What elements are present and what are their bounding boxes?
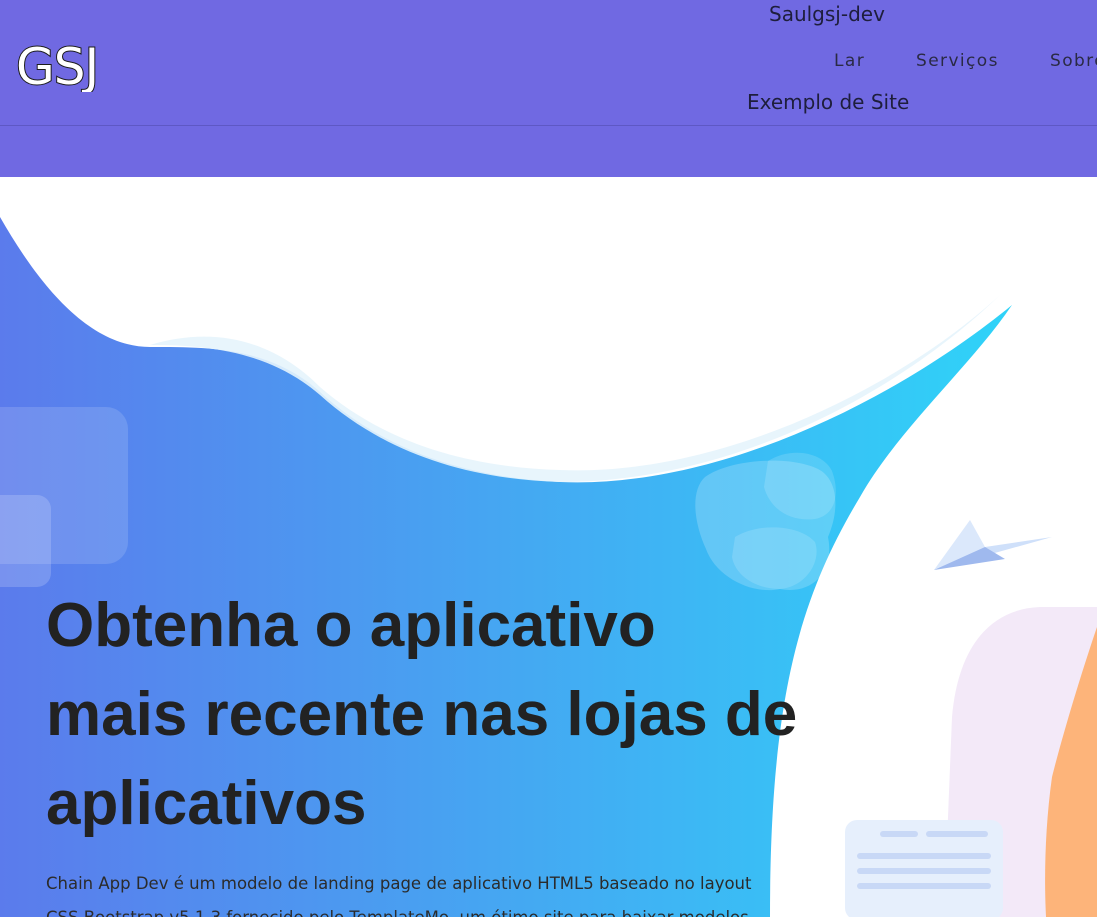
logo[interactable]: GSJ [13, 36, 121, 92]
hero-heading: Obtenha o aplicativo mais recente nas lo… [46, 591, 798, 838]
chat-card-icon [845, 820, 1003, 917]
logo-text: GSJ [16, 38, 98, 92]
nav-link-servicos[interactable]: Serviços [916, 51, 999, 71]
site-header: GSJ Saulgsj-dev Lar Serviços Sobre Exemp… [0, 0, 1097, 177]
deco-square-small [0, 495, 51, 587]
brand-title: Saulgsj-dev [769, 2, 885, 26]
nav-link-lar[interactable]: Lar [834, 51, 865, 71]
brand-subtitle: Exemplo de Site [747, 90, 910, 114]
header-divider [0, 125, 1097, 126]
paper-plane-icon [934, 520, 1052, 570]
page: GSJ Saulgsj-dev Lar Serviços Sobre Exemp… [0, 0, 1097, 917]
hero-description: Chain App Dev é um modelo de landing pag… [46, 874, 752, 917]
nav-link-sobre[interactable]: Sobre [1050, 51, 1097, 71]
hero-section: Obtenha o aplicativo mais recente nas lo… [0, 177, 1097, 917]
